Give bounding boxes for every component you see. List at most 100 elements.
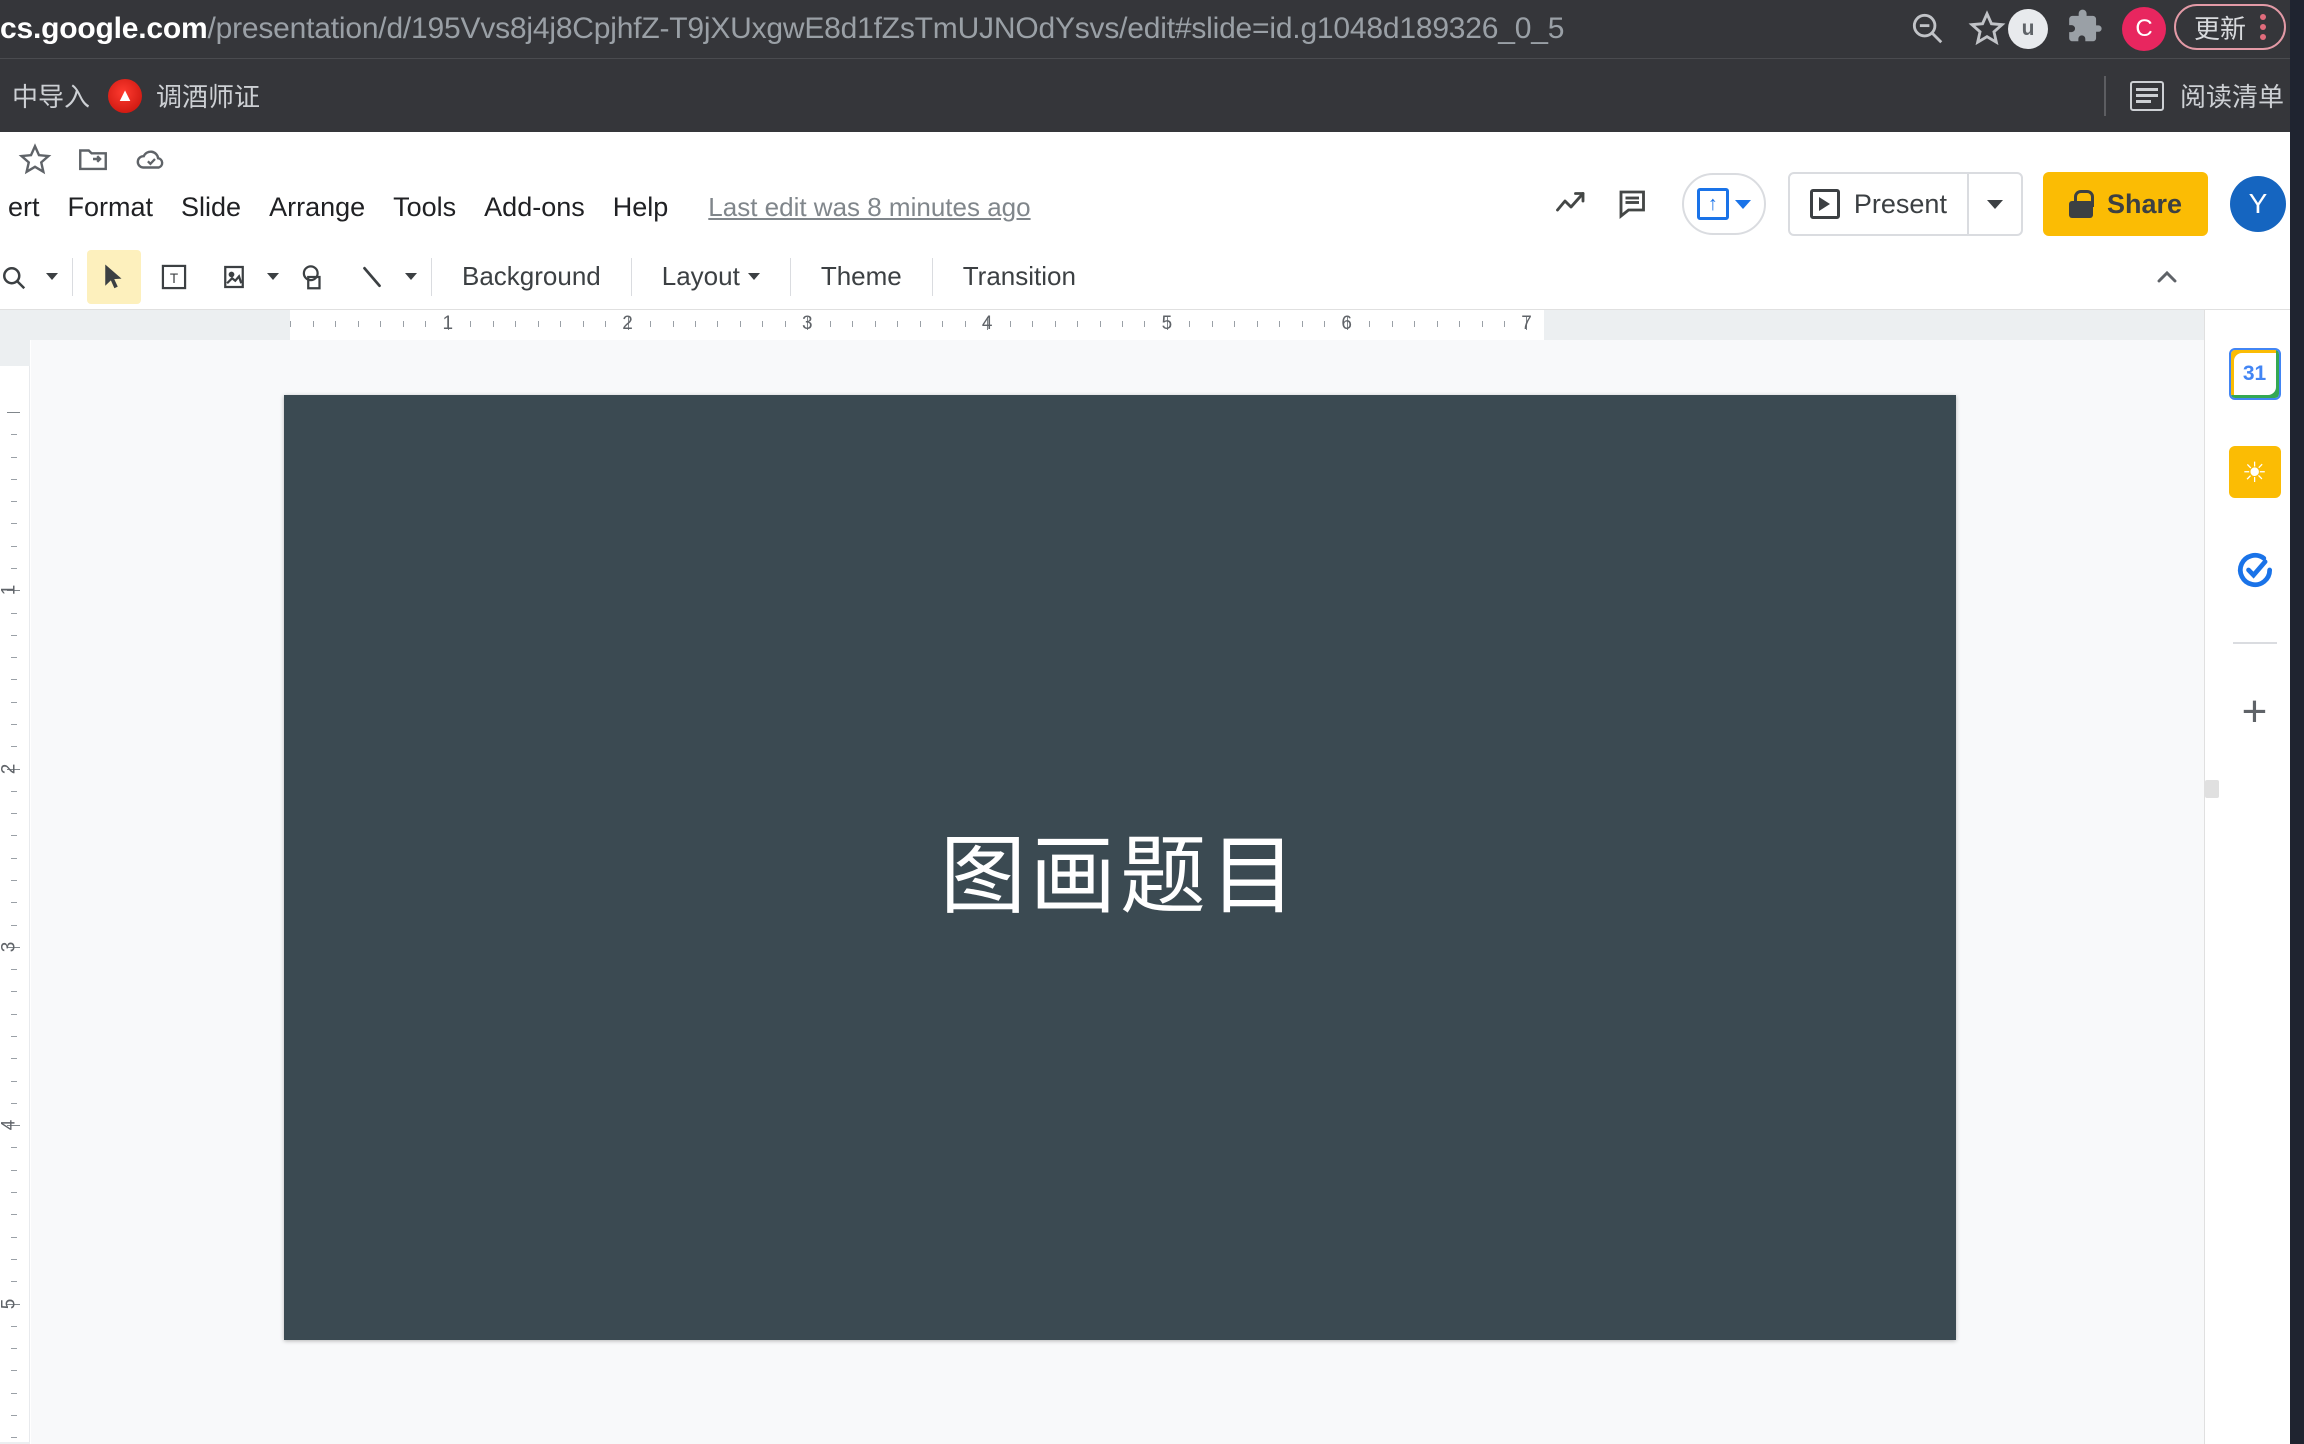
shape-icon[interactable] xyxy=(285,250,339,304)
ruler-tick xyxy=(1234,321,1236,327)
theme-button[interactable]: Theme xyxy=(805,253,918,300)
slide-title-textbox[interactable]: 图画题目 xyxy=(284,805,1956,930)
zoom-tool-icon[interactable] xyxy=(0,250,40,304)
ruler-tick xyxy=(897,321,899,327)
ruler-tick xyxy=(11,456,17,458)
ruler-tick xyxy=(11,880,17,882)
ruler-tick xyxy=(11,1214,17,1216)
chevron-down-icon[interactable] xyxy=(405,273,417,280)
window-edge xyxy=(2290,0,2304,1444)
ruler-tick xyxy=(11,612,17,614)
transition-button[interactable]: Transition xyxy=(947,253,1092,300)
ruler-tick xyxy=(11,1325,17,1327)
extension-badge-icon[interactable]: u xyxy=(2008,9,2048,49)
menu-format[interactable]: Format xyxy=(54,186,168,229)
zoom-out-icon[interactable] xyxy=(1908,9,1946,47)
ruler-tick xyxy=(11,1102,17,1104)
ruler-number: 4 xyxy=(981,313,993,334)
trending-up-icon[interactable] xyxy=(1540,173,1602,235)
extension-icons: u C xyxy=(2008,4,2166,54)
google-calendar-icon[interactable]: 31 xyxy=(2228,348,2281,400)
present-label: Present xyxy=(1853,188,1947,219)
ruler-tick xyxy=(1189,321,1191,327)
google-slides-app: ert Format Slide Arrange Tools Add-ons H… xyxy=(0,132,2304,1444)
toolbar-divider xyxy=(630,257,632,296)
ruler-tick xyxy=(919,321,921,327)
account-avatar[interactable]: Y xyxy=(2230,176,2286,232)
ruler-tick xyxy=(1256,321,1258,327)
menu-tools[interactable]: Tools xyxy=(379,186,470,229)
ruler-number: 2 xyxy=(0,763,20,774)
select-cursor-icon[interactable] xyxy=(87,249,141,304)
url-path: /presentation/d/195Vvs8j4j8CpjhfZ-T9jXUx… xyxy=(207,12,1565,45)
layout-label: Layout xyxy=(661,261,740,291)
ruler-tick xyxy=(1504,321,1506,327)
ruler-tick xyxy=(11,790,17,792)
ruler-tick xyxy=(1054,321,1056,327)
bookmark-item-1[interactable]: ▲ 调酒师证 xyxy=(96,70,272,122)
toolbar-tools: T xyxy=(87,249,417,304)
google-keep-icon[interactable]: ☀ xyxy=(2228,446,2281,498)
chevron-up-icon[interactable] xyxy=(2140,250,2194,304)
ruler-tick xyxy=(605,321,607,327)
ruler-tick xyxy=(11,701,17,703)
ruler-tick xyxy=(1481,321,1483,327)
present-button-group: Present xyxy=(1787,172,2023,236)
address-bar[interactable]: cs.google.com/presentation/d/195Vvs8j4j8… xyxy=(0,6,1564,52)
ruler-tick xyxy=(560,321,562,327)
puzzle-icon[interactable] xyxy=(2066,8,2104,51)
ruler-tick xyxy=(1301,321,1303,327)
last-edit-status[interactable]: Last edit was 8 minutes ago xyxy=(708,192,1030,223)
ruler-tick xyxy=(1144,321,1146,327)
ruler-tick xyxy=(874,321,876,327)
slide-canvas[interactable]: 图画题目 xyxy=(31,340,2204,1444)
upload-arrow-icon: ↑ xyxy=(1696,188,1729,220)
comment-icon[interactable] xyxy=(1602,173,1664,235)
ruler-tick xyxy=(964,321,966,327)
present-on-other-screen-icon[interactable]: ↑ xyxy=(1681,173,1766,235)
ruler-tick xyxy=(11,1147,17,1149)
slide-surface[interactable]: 图画题目 xyxy=(284,395,1956,1340)
insert-image-icon[interactable] xyxy=(207,250,261,304)
share-label: Share xyxy=(2106,188,2182,219)
line-icon[interactable] xyxy=(345,250,399,304)
chevron-down-icon[interactable] xyxy=(267,273,279,280)
vertical-ruler[interactable]: 1 2 3 4 5 xyxy=(0,340,30,1444)
scrollbar-handle[interactable] xyxy=(2205,780,2219,798)
star-icon[interactable] xyxy=(18,142,52,176)
bookmark-item-0[interactable]: 中导入 xyxy=(0,70,102,122)
menu-insert[interactable]: ert xyxy=(0,186,54,229)
menu-help[interactable]: Help xyxy=(599,186,683,229)
profile-avatar[interactable]: C xyxy=(2122,7,2166,51)
text-box-icon[interactable]: T xyxy=(147,250,201,304)
ruler-number: 5 xyxy=(1161,313,1173,334)
star-icon[interactable] xyxy=(1968,9,2006,47)
kebab-menu-icon[interactable] xyxy=(2254,14,2272,40)
ruler-tick xyxy=(942,321,944,327)
reading-list-label: 阅读清单 xyxy=(2179,82,2284,112)
ruler-tick xyxy=(11,857,17,859)
ruler-number: 3 xyxy=(802,313,813,334)
update-button[interactable]: 更新 xyxy=(2173,4,2286,50)
ruler-tick xyxy=(11,1080,17,1082)
google-tasks-icon[interactable] xyxy=(2229,544,2281,596)
present-button[interactable]: Present xyxy=(1790,174,1967,234)
cloud-saved-icon[interactable] xyxy=(134,142,168,176)
menu-arrange[interactable]: Arrange xyxy=(255,186,379,229)
add-addon-button[interactable]: + xyxy=(2242,690,2268,734)
share-button[interactable]: Share xyxy=(2042,172,2208,236)
reading-list-button[interactable]: 阅读清单 xyxy=(2103,75,2284,116)
ruler-tick xyxy=(1459,321,1461,327)
background-button[interactable]: Background xyxy=(446,253,617,300)
ruler-tick xyxy=(7,412,20,413)
chevron-down-icon[interactable] xyxy=(46,273,58,280)
menu-slide[interactable]: Slide xyxy=(167,186,255,229)
move-to-folder-icon[interactable] xyxy=(76,142,110,176)
present-dropdown-button[interactable] xyxy=(1966,174,2021,234)
menu-bar: ert Format Slide Arrange Tools Add-ons H… xyxy=(0,186,1031,229)
ruler-number: 3 xyxy=(0,941,20,953)
layout-button[interactable]: Layout xyxy=(646,253,776,300)
horizontal-ruler[interactable]: 1 2 3 4 5 6 7 xyxy=(0,310,2204,340)
ruler-tick xyxy=(11,1414,17,1416)
menu-add-ons[interactable]: Add-ons xyxy=(470,186,599,229)
